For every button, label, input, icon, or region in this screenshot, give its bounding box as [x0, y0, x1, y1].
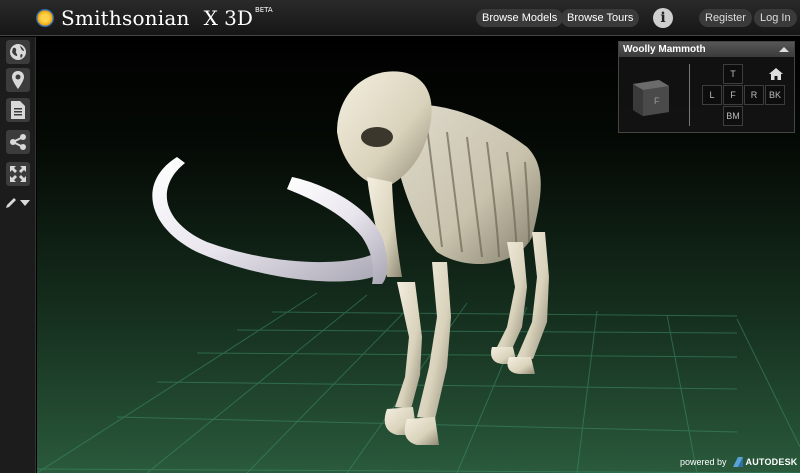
home-icon[interactable] — [769, 68, 783, 80]
panel-divider — [689, 64, 690, 126]
view-front-button[interactable]: F — [723, 85, 743, 105]
map-pin-icon[interactable] — [6, 68, 30, 92]
pencil-dropdown-icon[interactable] — [4, 195, 32, 211]
left-toolbar — [0, 37, 36, 473]
model-name: Woolly Mammoth — [623, 44, 706, 55]
view-right-button[interactable]: R — [744, 85, 764, 105]
collapse-caret-icon[interactable] — [779, 47, 789, 52]
view-left-button[interactable]: L — [702, 85, 722, 105]
view-back-button[interactable]: BK — [765, 85, 785, 105]
info-icon[interactable]: i — [653, 8, 673, 28]
model-title-bar[interactable]: Woolly Mammoth — [619, 42, 794, 57]
top-bar: Smithsonian X 3D BETA Browse Models Brow… — [0, 0, 800, 36]
powered-by: powered by AUTODESK — [680, 455, 797, 469]
beta-badge: BETA — [254, 6, 273, 14]
smithsonian-sun-icon — [36, 9, 54, 27]
autodesk-logo-icon — [732, 457, 743, 467]
share-icon[interactable] — [6, 130, 30, 154]
view-cube-panel: Woolly Mammoth F T L F R BK BM — [618, 41, 795, 133]
vendor-name: AUTODESK — [745, 457, 798, 467]
register-button[interactable]: Register — [699, 9, 752, 27]
view-cube-face-label: F — [654, 96, 660, 106]
fullscreen-icon[interactable] — [6, 162, 30, 186]
view-top-button[interactable]: T — [723, 64, 743, 84]
browse-tours-button[interactable]: Browse Tours — [561, 9, 640, 27]
product-name: X 3D — [203, 6, 253, 30]
view-bottom-button[interactable]: BM — [723, 106, 743, 126]
powered-by-label: powered by — [680, 457, 727, 467]
globe-icon[interactable] — [6, 40, 30, 64]
brand-name: Smithsonian — [61, 6, 190, 30]
brand-logo[interactable]: Smithsonian X 3D BETA — [36, 4, 273, 32]
view-cube[interactable]: F — [629, 74, 673, 118]
browse-models-button[interactable]: Browse Models — [476, 9, 564, 27]
login-button[interactable]: Log In — [754, 9, 797, 27]
document-icon[interactable] — [6, 98, 30, 122]
